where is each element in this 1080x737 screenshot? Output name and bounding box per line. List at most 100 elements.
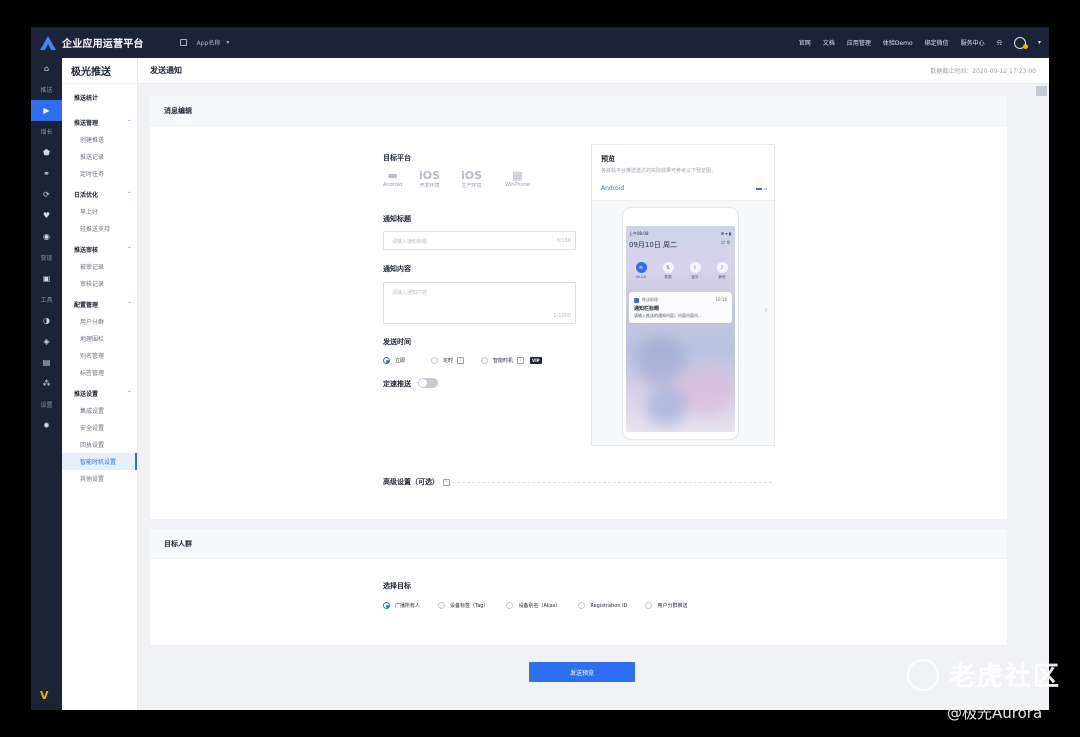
send-preview-button[interactable]: 发送预览 <box>529 662 635 682</box>
radio-unchecked[interactable] <box>431 357 439 364</box>
sidebar-item[interactable]: 智能时机设置 <box>62 453 137 470</box>
heart-icon[interactable]: ♥ <box>31 205 62 226</box>
sidebar-item[interactable]: 标签管理 <box>62 364 137 381</box>
send-time-option-smart[interactable]: 智能时机? VIP <box>481 357 542 364</box>
platform-icon: ▦ <box>512 168 523 182</box>
gear-icon[interactable]: ✹ <box>31 415 62 436</box>
carousel-indicator[interactable] <box>764 188 767 190</box>
scrollbar[interactable] <box>1034 84 1049 710</box>
push-icon[interactable]: ▶ <box>31 100 62 121</box>
radio-unchecked[interactable] <box>645 602 653 609</box>
preview-tab-android[interactable]: Android <box>601 185 624 192</box>
sidebar-item[interactable]: 被审记录 <box>62 258 137 275</box>
send-time-group: 立即 定时? 智能时机? VIP <box>383 357 542 364</box>
notify-title-input[interactable]: 请输入通知标题 0/160 <box>383 231 576 250</box>
platform-icon: ▬ <box>387 168 398 182</box>
message-icon[interactable]: ▤ <box>31 352 62 373</box>
chevron-right-icon[interactable]: › <box>764 305 768 316</box>
radio-unchecked[interactable] <box>438 602 446 609</box>
help-icon[interactable]: ? <box>517 357 525 364</box>
target-option[interactable]: Registration ID <box>578 602 627 609</box>
platform-option[interactable]: iOS 开发环境 <box>419 168 441 190</box>
send-time-label: 发送时间 <box>383 338 411 346</box>
select-target-label: 选择目标 <box>383 582 411 590</box>
radio-unchecked[interactable] <box>578 602 586 609</box>
sidebar-item[interactable]: 回执设置 <box>62 436 137 453</box>
wallet-icon[interactable]: ▣ <box>31 268 62 289</box>
shield-icon[interactable]: ⬟ <box>31 142 62 163</box>
tag-icon[interactable]: ◈ <box>31 331 62 352</box>
radio-unchecked[interactable] <box>506 602 514 609</box>
send-time-option-now[interactable]: 立即 <box>383 357 405 364</box>
radio-checked[interactable] <box>383 357 390 364</box>
sync-icon[interactable]: ⟳ <box>31 184 62 205</box>
sidebar-group-label: 推送审核 <box>74 247 99 254</box>
notif-app-icon <box>634 297 639 303</box>
sidebar-group-label: 推送统计 <box>74 95 99 102</box>
platform-option[interactable]: ▬ Android <box>383 168 402 189</box>
top-nav-link[interactable]: 应用管理 <box>847 38 871 47</box>
target-option[interactable]: 用户分群推送 <box>645 602 687 609</box>
target-option[interactable]: 设备别名（Alias） <box>506 602 560 609</box>
sidebar-item[interactable]: 用户分群 <box>62 313 137 330</box>
send-time-option-scheduled[interactable]: 定时? <box>431 357 467 364</box>
quick-setting-label: 数据 <box>664 275 672 279</box>
notify-content-textarea[interactable]: 请输入通知内容 0/1000 <box>383 282 576 324</box>
sidebar-item[interactable]: 安全设置 <box>62 419 137 436</box>
top-nav-link[interactable]: 服务中心 <box>961 38 985 47</box>
top-nav-link[interactable]: 官网 <box>799 38 811 47</box>
target-option-label: 设备标签（Tag） <box>450 603 489 609</box>
phone-date: 09月10日 周二 <box>629 241 678 249</box>
vip-badge: VIP <box>530 357 542 364</box>
radio-unchecked[interactable] <box>481 357 489 364</box>
sidebar-item[interactable]: 审核记录 <box>62 275 137 292</box>
quick-setting-toggle: ≋ WLAN <box>634 262 648 279</box>
top-nav-link[interactable]: 体验Demo <box>883 38 913 47</box>
top-nav: 官网 文档 应用管理 体验Demo 绑定微信 服务中心 ⍾ ▾ <box>799 36 1041 49</box>
sidebar-item[interactable]: 集成设置 <box>62 402 137 419</box>
phone-screen: 上午08:08 ✻ ▾ ▮ 09月10日 周二 ⇄ ⚙ ≋ WLAN ⇅ 数据 ᛒ 蓝牙 ♪… <box>626 226 735 432</box>
platform-option[interactable]: ▦ WinPhone <box>505 168 530 189</box>
sidebar-group-label: 配置管理 <box>74 302 99 309</box>
chevron-up-icon: ⌃ <box>126 301 132 308</box>
sidebar-group[interactable]: 日活优化 ⌃ <box>62 186 137 203</box>
platform-icon: iOS <box>419 168 441 182</box>
app-selector[interactable]: App名称 ▾ <box>179 38 229 47</box>
sidebar-group[interactable]: 推送设置 ⌃ <box>62 385 137 402</box>
advanced-settings[interactable]: 高级设置（可选） − <box>383 477 450 487</box>
sidebar-group[interactable]: 推送管理 ⌃ <box>62 114 137 131</box>
sidebar-item[interactable]: 别名管理 <box>62 347 137 364</box>
home-icon[interactable]: ⌂ <box>31 58 62 79</box>
speed-push-toggle[interactable] <box>418 378 438 388</box>
avatar[interactable] <box>1013 36 1028 49</box>
quick-setting-icon: ⇅ <box>662 262 674 273</box>
quick-setting-icon: ≋ <box>635 262 647 273</box>
radio-checked[interactable] <box>383 602 390 609</box>
sidebar-item[interactable]: 创建推送 <box>62 131 137 148</box>
target-icon[interactable]: ◉ <box>31 226 62 247</box>
sidebar-group[interactable]: 推送统计 <box>62 89 137 106</box>
bell-icon[interactable]: ⍾ <box>997 38 1002 48</box>
sidebar-item[interactable]: 早上好 <box>62 203 137 220</box>
sidebar-group[interactable]: 推送审核 ⌃ <box>62 241 137 258</box>
chart-icon[interactable]: ◑ <box>31 310 62 331</box>
network-icon[interactable]: ⁂ <box>31 373 62 394</box>
expand-icon[interactable]: − <box>443 478 450 486</box>
sidebar-item[interactable]: 地理围栏 <box>62 330 137 347</box>
top-nav-link[interactable]: 文档 <box>823 38 835 47</box>
sidebar-item[interactable]: 轻推送支持 <box>62 220 137 237</box>
target-option[interactable]: 设备标签（Tag） <box>438 602 488 609</box>
sidebar-item[interactable]: 定时任务 <box>62 165 137 182</box>
platform-option[interactable]: iOS 生产环境 <box>461 168 482 190</box>
link-icon[interactable]: ⚭ <box>31 163 62 184</box>
top-nav-link[interactable]: 绑定微信 <box>925 38 949 47</box>
scrollbar-thumb[interactable] <box>1036 86 1047 96</box>
sidebar-group[interactable]: 配置管理 ⌃ <box>62 296 137 313</box>
help-icon[interactable]: ? <box>457 357 465 364</box>
chevron-down-icon[interactable]: ▾ <box>1038 39 1041 46</box>
phone-time: 上午08:08 <box>629 231 649 236</box>
sidebar-item[interactable]: 推送记录 <box>62 148 137 165</box>
target-option[interactable]: 广播所有人 <box>383 602 420 609</box>
sidebar-item[interactable]: 其他设置 <box>62 470 137 487</box>
carousel-indicator-active[interactable] <box>756 188 762 190</box>
